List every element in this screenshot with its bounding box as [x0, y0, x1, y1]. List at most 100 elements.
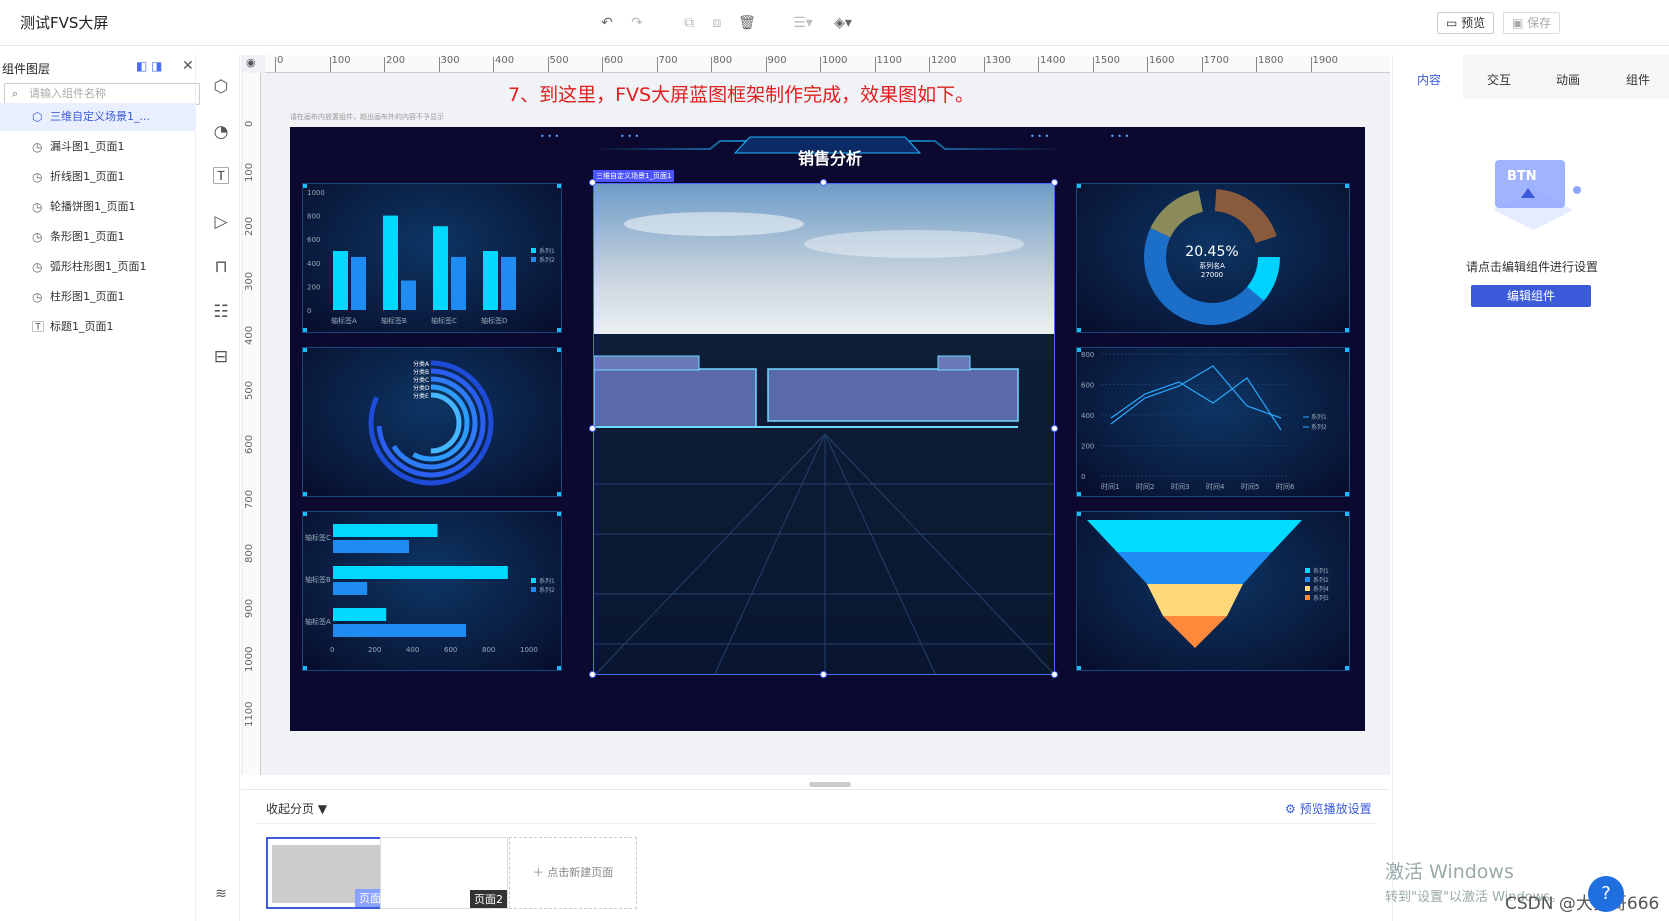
column-bar: [433, 226, 448, 310]
ruler-tick: 100: [244, 162, 255, 182]
archive-icon[interactable]: ⊟: [210, 346, 232, 368]
y-tick-label: 200: [1081, 443, 1094, 451]
layer-item-label: 标题1_页面1: [50, 320, 114, 333]
paste-icon[interactable]: ⧈: [708, 14, 726, 32]
layer-item[interactable]: ◷ 弧形柱形图1_页面1: [0, 253, 196, 281]
ruler-tick: 300: [244, 271, 255, 291]
resize-handle[interactable]: [589, 425, 596, 432]
collapse-pages-toggle[interactable]: 收起分页 ▼: [266, 800, 327, 817]
y-tick-label: 0: [1081, 473, 1085, 481]
ruler-tick: 1900: [1312, 55, 1338, 66]
redo-icon[interactable]: ↷: [628, 14, 646, 32]
tab-component[interactable]: 组件: [1626, 71, 1650, 88]
edit-component-button[interactable]: 编辑组件: [1471, 285, 1591, 307]
text-icon[interactable]: 🅃: [210, 166, 232, 188]
y-tick-label: 400: [1081, 412, 1094, 420]
copy-icon[interactable]: ⧉: [680, 14, 698, 32]
layer-item[interactable]: ⬡ 三维自定义场景1_...: [0, 103, 196, 131]
arc-chart-panel[interactable]: 分类A 分类B 分类C 分类D 分类E: [302, 347, 562, 497]
chart-icon: ◷: [32, 290, 43, 304]
bar-chart-panel[interactable]: 轴标签C 轴标签B 轴标签A 0 200 400 600 800 1000 系列1 系列2: [302, 511, 562, 671]
drag-handle[interactable]: [809, 782, 851, 787]
layers-icon[interactable]: ≋: [210, 883, 232, 905]
layout-toggle-icon[interactable]: ◧ ◨: [136, 59, 163, 73]
donut-chart-panel[interactable]: 20.45% 系列名A 27000: [1076, 183, 1350, 333]
arc-column-chart: 分类A分类B分类C分类D分类E: [368, 360, 494, 486]
layer-item[interactable]: ◷ 漏斗图1_页面1: [0, 133, 196, 161]
widget-icon[interactable]: ⊓: [210, 256, 232, 278]
x-tick-label: 600: [444, 646, 457, 654]
resize-handle[interactable]: [820, 179, 827, 186]
help-icon[interactable]: ?: [1588, 876, 1624, 912]
resize-handle[interactable]: [1051, 179, 1058, 186]
caret-down-icon: ▼: [317, 802, 328, 816]
ruler-tick: 400: [495, 55, 515, 66]
layer-search-input[interactable]: ⌕ 请输入组件名称: [4, 83, 200, 105]
y-tick-label: 轴标签B: [305, 575, 331, 584]
layer-item[interactable]: ◷ 轮播饼图1_页面1: [0, 193, 196, 221]
resize-handle[interactable]: [820, 671, 827, 678]
delete-icon[interactable]: 🗑: [738, 14, 756, 32]
layer-item-label: 折线图1_页面1: [50, 170, 125, 183]
resize-handle[interactable]: [1051, 425, 1058, 432]
legend-swatch: [1305, 586, 1310, 591]
dashboard-screen[interactable]: • • • • • • • • • • • • 销售分析 1000 800 600 4…: [290, 127, 1365, 731]
ruler-tick: 100: [331, 55, 351, 66]
horizontal-ruler: 0 100 200 300 400 500 600 700 800 900 1000 1100 1200…: [265, 55, 1390, 73]
layer-item[interactable]: ◷ 折线图1_页面1: [0, 163, 196, 191]
y-tick-label: 800: [1081, 351, 1094, 359]
ruler-tick-line: [1092, 57, 1094, 72]
panel-corner: [1345, 184, 1349, 188]
column-bar: [401, 280, 416, 310]
layer-item[interactable]: ◷ 柱形图1_页面1: [0, 283, 196, 311]
layer-item[interactable]: 🅃 标题1_页面1: [0, 313, 196, 341]
ruler-tick: 1400: [1040, 55, 1066, 66]
align-icon[interactable]: ☰▾: [790, 14, 816, 32]
media-icon[interactable]: ▷: [210, 211, 232, 233]
line-chart-panel[interactable]: 800 600 400 200 0 时间1 时间2 时间3 时间4 时间5 时间6 系列1 系列2: [1076, 347, 1350, 497]
tab-animation[interactable]: 动画: [1556, 71, 1580, 88]
close-icon[interactable]: ✕: [182, 58, 194, 74]
windows-watermark-title: 激活 Windows: [1385, 861, 1514, 883]
funnel-chart-panel[interactable]: 系列1 系列2 系列4 系列5: [1076, 511, 1350, 671]
legend-label: 系列1: [539, 247, 555, 255]
table-icon[interactable]: ☷: [210, 301, 232, 323]
preview-button[interactable]: ▭ 预览: [1437, 12, 1495, 34]
arc-bar: [384, 376, 478, 470]
3d-scene[interactable]: [593, 183, 1055, 675]
panel-corner: [557, 328, 561, 332]
undo-icon[interactable]: ↶: [598, 14, 616, 32]
chart-icon: ◷: [32, 170, 43, 184]
legend-label: 系列1: [1313, 567, 1329, 575]
ruler-tick: 900: [244, 598, 255, 618]
layer-order-icon[interactable]: ◈▾: [830, 14, 856, 32]
resize-handle[interactable]: [1051, 671, 1058, 678]
app-title: 测试FVS大屏: [20, 14, 109, 32]
column-bar: [333, 251, 348, 310]
column-chart-panel[interactable]: 1000 800 600 400 200 0 轴标签A 轴标签B 轴标签C 轴标签D 系列1 系列2: [302, 183, 562, 333]
page-thumb-2[interactable]: 页面2: [380, 837, 508, 909]
preview-settings-link[interactable]: ⚙ 预览播放设置: [1285, 800, 1372, 817]
text-icon: 🅃: [32, 320, 45, 334]
layer-item[interactable]: ◷ 条形图1_页面1: [0, 223, 196, 251]
resize-handle[interactable]: [589, 179, 596, 186]
arc-label: 分类C: [413, 376, 429, 384]
new-page-button[interactable]: ＋ 点击新建页面: [509, 837, 637, 909]
chart-pie-icon[interactable]: ◔: [210, 121, 232, 143]
eye-icon[interactable]: ◉: [246, 56, 256, 69]
arc-label: 分类E: [413, 392, 429, 400]
ruler-tick-line: [656, 57, 658, 72]
tab-interaction[interactable]: 交互: [1487, 71, 1511, 88]
page-thumb-1[interactable]: 页面1: [266, 837, 394, 909]
tab-content[interactable]: 内容: [1417, 71, 1441, 88]
component-toolstrip: ⬡ ◔ 🅃 ▷ ⊓ ☷ ⊟ ≋: [200, 55, 240, 921]
bar-chart: 轴标签C 轴标签B 轴标签A 0 200 400 600 800 1000 系列1系列2: [305, 524, 555, 654]
ruler-tick-line: [1147, 57, 1148, 72]
panel-corner: [1077, 348, 1081, 352]
x-tick-label: 时间2: [1136, 482, 1154, 491]
save-button[interactable]: ▣ 保存: [1503, 12, 1561, 34]
x-tick-label: 时间4: [1206, 482, 1225, 491]
3d-cube-icon[interactable]: ⬡: [210, 76, 232, 98]
resize-handle[interactable]: [589, 671, 596, 678]
donut-series-label: 系列名A: [1199, 261, 1225, 270]
